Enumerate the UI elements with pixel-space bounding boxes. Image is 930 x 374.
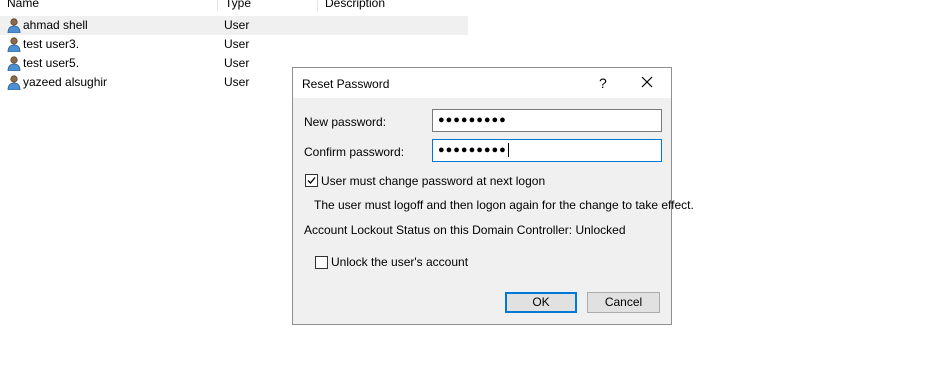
column-header-description[interactable]: Description bbox=[317, 0, 467, 11]
confirm-password-value: ●●●●●●●●● bbox=[438, 144, 507, 156]
user-type: User bbox=[224, 18, 250, 32]
unlock-account-label[interactable]: Unlock the user's account bbox=[331, 255, 468, 269]
column-header-name[interactable]: Name bbox=[0, 0, 217, 11]
screen: Name Type Description ahmad shell User t… bbox=[0, 0, 930, 374]
user-name: ahmad shell bbox=[23, 18, 88, 32]
list-header: Name Type Description bbox=[0, 0, 470, 11]
user-icon bbox=[7, 18, 21, 33]
confirm-password-field[interactable]: ●●●●●●●●● bbox=[432, 139, 662, 162]
user-name: yazeed alsughir bbox=[23, 75, 108, 89]
user-type: User bbox=[224, 56, 250, 70]
new-password-field[interactable]: ●●●●●●●●● bbox=[432, 109, 662, 132]
checkmark-icon bbox=[307, 177, 316, 184]
text-caret bbox=[507, 143, 509, 158]
user-name: test user3. bbox=[23, 37, 80, 51]
user-icon bbox=[7, 37, 21, 52]
new-password-label: New password: bbox=[304, 115, 387, 129]
must-change-password-checkbox[interactable] bbox=[305, 174, 318, 187]
reset-password-dialog: Reset Password ? New password: ●●●●●●●●●… bbox=[292, 67, 694, 325]
unlock-account-checkbox[interactable] bbox=[315, 256, 328, 269]
lockout-status: Account Lockout Status on this Domain Co… bbox=[304, 223, 626, 237]
logoff-note: The user must logoff and then logon agai… bbox=[314, 198, 694, 212]
user-name: test user5. bbox=[23, 56, 80, 70]
cancel-button[interactable]: Cancel bbox=[587, 292, 660, 313]
user-list-view: Name Type Description ahmad shell User t… bbox=[0, 0, 470, 90]
help-button[interactable]: ? bbox=[599, 75, 607, 91]
dialog-title: Reset Password bbox=[302, 77, 390, 91]
close-icon[interactable] bbox=[641, 76, 653, 88]
dialog-titlebar[interactable]: Reset Password ? bbox=[293, 68, 671, 98]
user-type: User bbox=[224, 37, 250, 51]
user-icon bbox=[7, 56, 21, 71]
new-password-value: ●●●●●●●●● bbox=[438, 114, 507, 126]
must-change-password-label[interactable]: User must change password at next logon bbox=[321, 174, 545, 188]
ok-button[interactable]: OK bbox=[505, 292, 577, 313]
user-icon bbox=[7, 75, 21, 90]
list-item[interactable]: ahmad shell User bbox=[0, 16, 468, 35]
list-item[interactable]: test user3. User bbox=[0, 35, 468, 54]
confirm-password-label: Confirm password: bbox=[304, 145, 405, 159]
column-header-type[interactable]: Type bbox=[217, 0, 317, 11]
user-type: User bbox=[224, 75, 250, 89]
